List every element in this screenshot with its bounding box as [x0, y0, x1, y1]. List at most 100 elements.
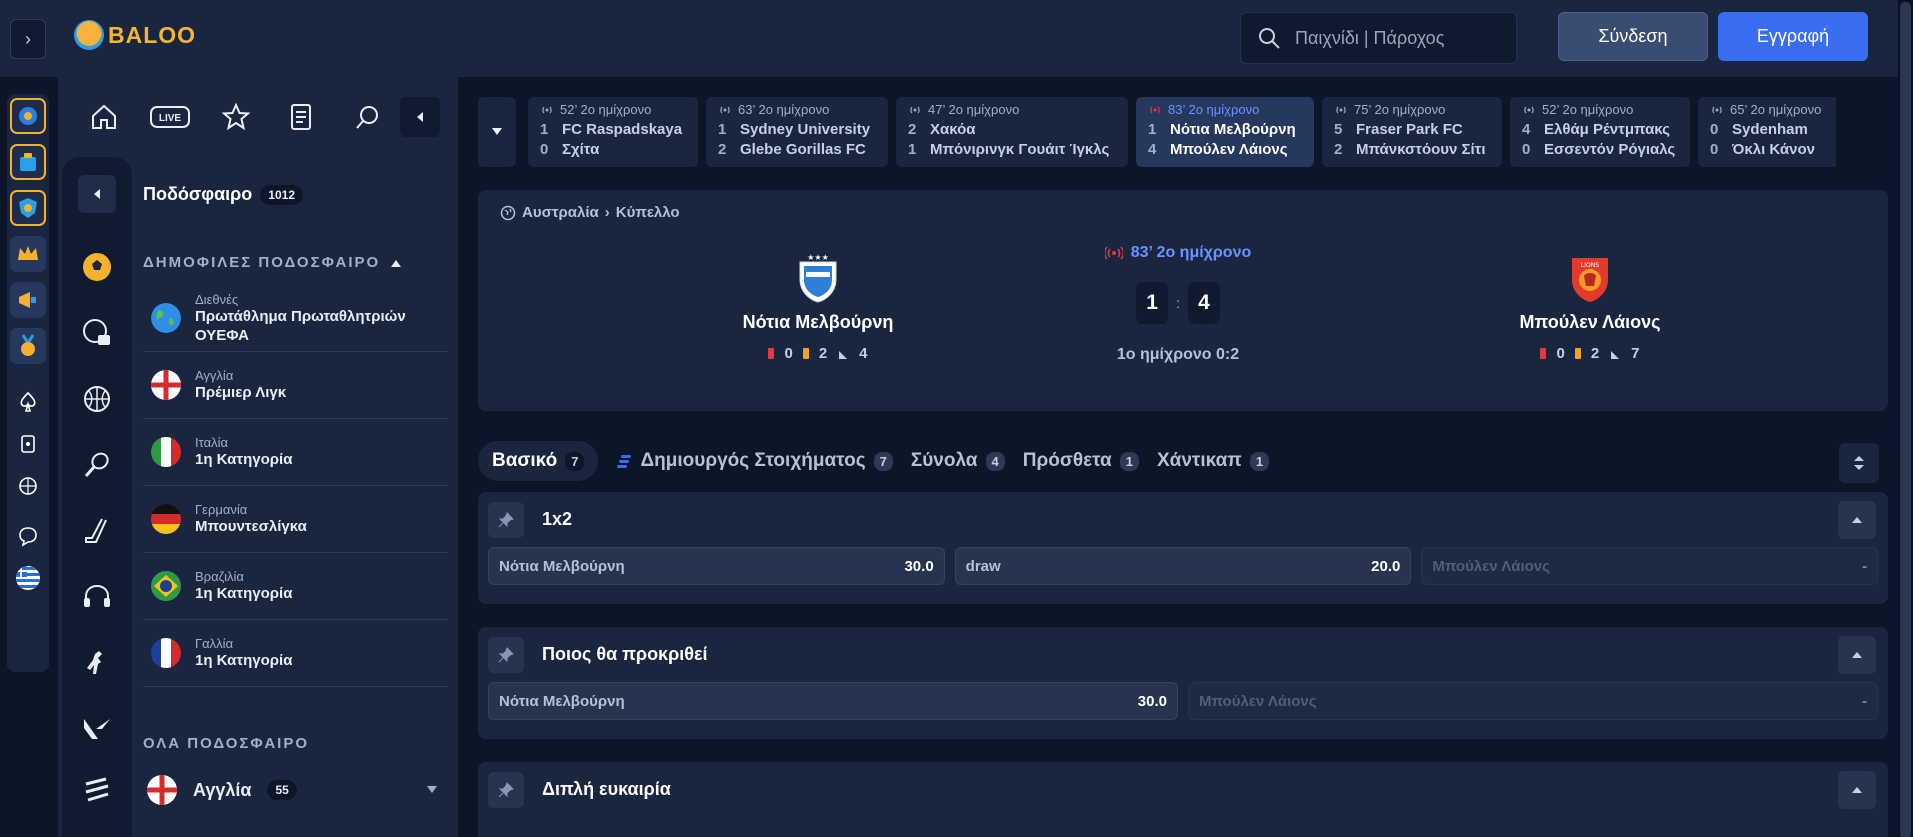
germany-flag-icon [151, 504, 181, 534]
live-signal-icon [720, 106, 730, 113]
live-match-card[interactable]: 52’ 2ο ημίχρονο 1 FC Raspadskaya 0 Σχίτα [528, 97, 698, 167]
hockey-icon[interactable] [79, 513, 115, 549]
home-team-stats: 0 2 4 [768, 345, 868, 362]
market-collapse-button[interactable] [1838, 771, 1876, 809]
odds-row: Νότια Μελβούρνη 30.0 Μπούλεν Λάιονς - [478, 682, 1888, 720]
tab-main[interactable]: Βασικό 7 [478, 441, 599, 481]
odd-button[interactable]: Νότια Μελβούρνη 30.0 [488, 682, 1178, 720]
market-collapse-button[interactable] [1838, 636, 1876, 674]
rail-sports-icon[interactable] [10, 468, 46, 504]
tennis-icon[interactable] [79, 447, 115, 483]
odd-button-disabled: Μπούλεν Λάιονς - [1188, 682, 1878, 720]
tab-bet-builder[interactable]: Δημιουργός Στοιχήματος 7 [616, 441, 893, 481]
counter-strike-icon[interactable] [79, 645, 115, 681]
football-icon[interactable] [79, 249, 115, 285]
live-match-card[interactable]: 63’ 2ο ημίχρονο 1 Sydney University 2 Glebe … [706, 97, 888, 167]
market-header[interactable]: Ποιος θα προκριθεί [478, 627, 1888, 682]
sport-count-badge: 1012 [260, 184, 303, 205]
betslip-icon[interactable] [276, 91, 328, 143]
scrollbar-thumb[interactable] [1900, 2, 1911, 837]
all-country-row[interactable]: Αγγλία 55 [143, 775, 448, 805]
rail-bag-game-icon[interactable] [10, 144, 46, 180]
rail-greek-flag-icon[interactable] [10, 560, 46, 596]
pin-button[interactable] [488, 501, 524, 538]
live-signal-icon [1336, 106, 1346, 113]
back-button[interactable] [78, 175, 116, 213]
breadcrumb-competition[interactable]: Κύπελλο [616, 204, 680, 221]
rail-medal-icon[interactable] [10, 328, 46, 364]
live-match-away-row: 0 Όκλι Κάνον [1710, 140, 1836, 160]
popular-heading[interactable]: ΔΗΜΟΦΙΛΕΣ ΠΟΔΟΣΦΑΙΡΟ [143, 254, 402, 271]
live-signal-icon [542, 106, 552, 113]
live-match-time-text: 63’ 2ο ημίχρονο [738, 102, 830, 117]
live-match-card[interactable]: 75’ 2ο ημίχρονο 5 Fraser Park FC 2 Μπάνκστόο… [1322, 97, 1502, 167]
live-match-card[interactable]: 52’ 2ο ημίχρονο 4 Ελθάμ Ρέντμπακς 0 Εσσεντόν… [1510, 97, 1690, 167]
rail-megaphone-icon[interactable] [10, 282, 46, 318]
home-icon[interactable] [78, 91, 130, 143]
market-collapse-button[interactable] [1838, 501, 1876, 539]
odd-label: Νότια Μελβούρνη [499, 692, 625, 710]
breadcrumb-country[interactable]: Αυστραλία [522, 204, 599, 221]
live-away-score: 2 [718, 141, 727, 158]
market-header[interactable]: Διπλή ευκαιρία [478, 762, 1888, 817]
tab-count: 4 [985, 451, 1005, 471]
market-title: Ποιος θα προκριθεί [542, 644, 708, 664]
rail-shield-game-icon[interactable] [10, 190, 46, 226]
tab-totals[interactable]: Σύνολα 4 [911, 441, 1005, 481]
bet-builder-icon [617, 455, 632, 468]
login-button[interactable]: Σύνδεση [1558, 12, 1708, 61]
search-input[interactable] [1295, 27, 1505, 49]
tab-label: Πρόσθετα [1022, 450, 1112, 471]
league-item[interactable]: Ιταλία 1η Κατηγορία [143, 419, 448, 486]
sidebar-toggle-button[interactable]: › [10, 19, 46, 59]
live-match-card[interactable]: 65’ 2ο ημίχρονο 0 Sydenham 0 Όκλι Κάνον [1698, 97, 1836, 167]
rail-crown-icon[interactable] [10, 236, 46, 272]
tab-label: Δημιουργός Στοιχήματος [640, 450, 866, 471]
rail-spade-icon[interactable] [10, 384, 46, 420]
collapse-sidebar-button[interactable] [400, 97, 440, 137]
strip-toggle-button[interactable] [478, 97, 516, 167]
valorant-icon[interactable] [79, 711, 115, 747]
odd-button[interactable]: Νότια Μελβούρνη 30.0 [488, 547, 945, 585]
odd-button[interactable]: draw 20.0 [954, 547, 1412, 585]
tab-handicap[interactable]: Χάντικαπ 1 [1157, 441, 1270, 481]
football-live-icon[interactable] [79, 315, 115, 351]
live-home-team: Χακόα [930, 121, 976, 138]
collapse-all-button[interactable] [1839, 443, 1879, 483]
pin-button[interactable] [488, 771, 524, 808]
market-title: Διπλή ευκαιρία [542, 779, 671, 799]
search-icon[interactable] [342, 91, 394, 143]
headset-icon[interactable] [79, 579, 115, 615]
rail-cards-icon[interactable] [10, 426, 46, 462]
match-header-card: Αυστραλία › Κύπελλο ★★★ Νότια Μελβούρνη … [478, 190, 1888, 411]
market-header[interactable]: 1x2 [478, 492, 1888, 547]
league-item[interactable]: Βραζιλία 1η Κατηγορία [143, 553, 448, 620]
league-item[interactable]: Αγγλία Πρέμιερ Λιγκ [143, 352, 448, 419]
page-scrollbar[interactable] [1898, 0, 1913, 837]
live-icon[interactable]: LIVE [144, 91, 196, 143]
away-yellow-count: 2 [1590, 345, 1600, 362]
away-team-crest-icon: LIONS [1572, 258, 1608, 302]
home-team-name: Νότια Μελβούρνη [742, 312, 894, 332]
rail-darts-game-icon[interactable] [10, 98, 46, 134]
live-match-home-row: 0 Sydenham [1710, 120, 1836, 140]
register-button[interactable]: Εγγραφή [1718, 12, 1868, 61]
live-away-team: Σχίτα [562, 141, 600, 158]
league-item[interactable]: Γερμανία Μπουντεσλίγκα [143, 486, 448, 553]
basketball-icon[interactable] [79, 381, 115, 417]
corner-flag-icon [1611, 350, 1620, 359]
rail-chat-icon[interactable] [10, 518, 46, 554]
league-item[interactable]: Γαλλία 1η Κατηγορία [143, 620, 448, 687]
live-match-card[interactable]: 47’ 2ο ημίχρονο 2 Χακόα 1 Μπόνιρινγκ Γουάιτ … [896, 97, 1128, 167]
live-match-card[interactable]: 83’ 2ο ημίχρονο 1 Νότια Μελβούρνη 4 Μπούλεν … [1136, 97, 1314, 167]
logo[interactable]: BALOO [74, 20, 196, 50]
tab-extras[interactable]: Πρόσθετα 1 [1023, 441, 1139, 481]
pin-button[interactable] [488, 636, 524, 673]
esports-icon[interactable] [79, 773, 115, 809]
live-match-time: 52’ 2ο ημίχρονο [540, 102, 686, 117]
league-item[interactable]: Διεθνές Πρωτάθλημα Πρωταθλητριών ΟΥΕΦΑ [143, 285, 448, 352]
search-box[interactable] [1240, 12, 1517, 64]
star-icon[interactable] [210, 91, 262, 143]
league-country: Αγγλία [195, 368, 234, 383]
halftime-score: 1ο ημίχρονο 0:2 [1116, 346, 1240, 363]
